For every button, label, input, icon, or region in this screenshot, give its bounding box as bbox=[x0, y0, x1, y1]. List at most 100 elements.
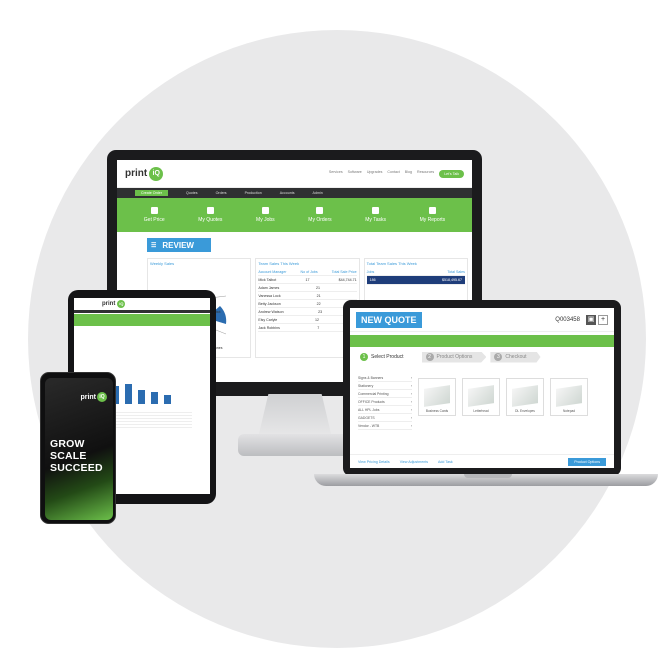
panel-title: Weekly Sales bbox=[150, 261, 175, 266]
quick-actions-bar: Get Price My Quotes My Jobs My Orders My… bbox=[117, 198, 472, 232]
step-label: Checkout bbox=[505, 354, 527, 360]
category-item[interactable]: Vendor - WTB › bbox=[358, 422, 412, 430]
quick-action-my-quotes[interactable]: My Quotes bbox=[198, 207, 222, 223]
tablet-bar-chart bbox=[112, 382, 171, 404]
add-icon[interactable]: + bbox=[598, 314, 608, 325]
cell-jobs: 17 bbox=[305, 277, 310, 282]
tasks-icon bbox=[372, 207, 380, 214]
logo-mark: iQ bbox=[149, 166, 164, 181]
quick-action-label: My Reports bbox=[419, 217, 446, 223]
cell-total: $44,744.71 bbox=[338, 277, 357, 282]
view-adjustments-link[interactable]: View Adjustments bbox=[400, 460, 428, 464]
category-item[interactable]: OFFICE Products › bbox=[358, 398, 412, 406]
top-nav-resources[interactable]: Resources bbox=[417, 170, 434, 178]
product-grid: Business Cards Letterhead DL Envelopes N… bbox=[418, 378, 588, 416]
category-item[interactable]: Signs & Banners › bbox=[358, 374, 412, 382]
cell-name: Adam James bbox=[258, 285, 280, 290]
col-no-jobs: No of Jobs bbox=[300, 269, 318, 274]
cart-icon bbox=[150, 207, 158, 214]
main-nav-quotes[interactable]: Quotes bbox=[186, 191, 198, 195]
main-nav: Create Order Quotes Orders Production Ac… bbox=[117, 188, 472, 198]
laptop-notch bbox=[464, 474, 512, 478]
top-nav-contact[interactable]: Contact bbox=[387, 170, 399, 178]
product-image bbox=[468, 385, 494, 407]
quick-action-my-orders[interactable]: My Orders bbox=[308, 207, 332, 223]
add-task-link[interactable]: Add Task bbox=[438, 460, 453, 464]
top-nav-software[interactable]: Software bbox=[348, 170, 362, 178]
logo-mark: iQ bbox=[97, 392, 107, 402]
top-nav-upgrades[interactable]: Upgrades bbox=[367, 170, 383, 178]
step-product-options[interactable]: 2 Product Options bbox=[421, 351, 487, 363]
top-nav-blog[interactable]: Blog bbox=[405, 170, 412, 178]
category-list: Signs & Banners › Stationery › Commercial … bbox=[358, 374, 412, 430]
cell-name: Mick Talbot bbox=[258, 277, 277, 282]
main-nav-accounts[interactable]: Accounts bbox=[280, 191, 295, 195]
chart-bar bbox=[125, 384, 132, 404]
product-card[interactable]: Letterhead bbox=[462, 378, 500, 416]
cell-jobs: 23 bbox=[318, 309, 323, 314]
view-pricing-details-link[interactable]: View Pricing Details bbox=[358, 460, 390, 464]
logo-text: print bbox=[125, 168, 148, 179]
chevron-right-icon: › bbox=[410, 407, 412, 412]
product-card[interactable]: DL Envelopes bbox=[506, 378, 544, 416]
top-nav-services[interactable]: Services bbox=[329, 170, 343, 178]
category-item[interactable]: Commercial Printing › bbox=[358, 390, 412, 398]
menu-icon[interactable]: ☰ bbox=[151, 242, 156, 249]
panel-title: Team Sales This Week bbox=[258, 261, 300, 266]
chevron-right-icon: › bbox=[410, 415, 412, 420]
panel-title: Total Team Sales This Week bbox=[366, 261, 417, 266]
product-image bbox=[512, 385, 538, 407]
step-checkout[interactable]: 3 Checkout bbox=[490, 351, 541, 363]
cart-icon[interactable]: ▣ bbox=[586, 314, 596, 325]
quick-action-my-jobs[interactable]: My Jobs bbox=[256, 207, 275, 223]
lets-talk-button[interactable]: Let's Talk bbox=[439, 169, 464, 178]
monitor-stand-foot bbox=[238, 434, 352, 456]
laptop-screen: NEW QUOTE Q003458 ▣ + 1 Select Product 2… bbox=[350, 308, 614, 468]
product-label: Letterhead bbox=[473, 409, 489, 413]
review-header: ☰ REVIEW bbox=[147, 238, 211, 252]
category-label: ALL HPL Jobs bbox=[358, 407, 380, 412]
desktop-header: print iQ Services Software Upgrades Cont… bbox=[117, 160, 472, 188]
category-label: Commercial Printing bbox=[358, 391, 389, 396]
chevron-right-icon: › bbox=[410, 375, 412, 380]
main-nav-orders[interactable]: Orders bbox=[216, 191, 227, 195]
step-select-product[interactable]: 1 Select Product bbox=[356, 351, 418, 363]
quote-steps: 1 Select Product 2 Product Options 3 Che… bbox=[350, 349, 614, 365]
category-label: Signs & Banners bbox=[358, 375, 384, 380]
new-quote-title: NEW QUOTE bbox=[356, 311, 422, 328]
table-header: Jobs Total Sales bbox=[366, 268, 465, 276]
printiq-logo[interactable]: print iQ bbox=[125, 166, 164, 181]
product-image bbox=[556, 385, 582, 407]
category-item[interactable]: GADGETS › bbox=[358, 414, 412, 422]
step-number: 1 bbox=[360, 353, 368, 361]
phone-screen: print iQ GROW SCALE SUCCEED bbox=[45, 378, 113, 520]
product-card[interactable]: Business Cards bbox=[418, 378, 456, 416]
cell-name: Elsy Carlyle bbox=[258, 317, 278, 322]
product-options-button[interactable]: Product Options bbox=[568, 457, 606, 466]
printiq-logo: print iQ bbox=[80, 392, 107, 402]
chevron-right-icon: › bbox=[410, 423, 412, 428]
category-item[interactable]: Stationery › bbox=[358, 382, 412, 390]
pie-chart-icon bbox=[428, 207, 436, 214]
category-label: OFFICE Products bbox=[358, 399, 385, 404]
quick-action-label: My Tasks bbox=[365, 217, 386, 223]
main-nav-admin[interactable]: Admin bbox=[313, 191, 323, 195]
printiq-logo[interactable]: print iQ bbox=[102, 300, 126, 308]
quick-action-label: My Jobs bbox=[256, 217, 275, 223]
table-header: Account Manager No of Jobs Total Sale Pr… bbox=[258, 268, 357, 276]
monitor-stand-neck bbox=[258, 394, 332, 438]
category-item[interactable]: ALL HPL Jobs › bbox=[358, 406, 412, 414]
quote-footer: View Pricing Details View Adjustments Ad… bbox=[350, 454, 614, 468]
product-card[interactable]: Notepad bbox=[550, 378, 588, 416]
table-row: Mick Talbot 17 $44,744.71 bbox=[258, 276, 357, 284]
main-nav-production[interactable]: Production bbox=[245, 191, 262, 195]
quick-action-my-tasks[interactable]: My Tasks bbox=[365, 207, 386, 223]
cell-name: Andrew Watson bbox=[258, 309, 284, 314]
quick-action-my-reports[interactable]: My Reports bbox=[419, 207, 446, 223]
quote-info-bar bbox=[350, 335, 614, 347]
slogan-line-succeed: SUCCEED bbox=[50, 462, 103, 474]
cell-name: Betty Jackson bbox=[258, 301, 281, 306]
top-nav: Services Software Upgrades Contact Blog … bbox=[329, 169, 464, 178]
quick-action-get-price[interactable]: Get Price bbox=[144, 207, 165, 223]
main-nav-create-order[interactable]: Create Order bbox=[135, 190, 168, 196]
